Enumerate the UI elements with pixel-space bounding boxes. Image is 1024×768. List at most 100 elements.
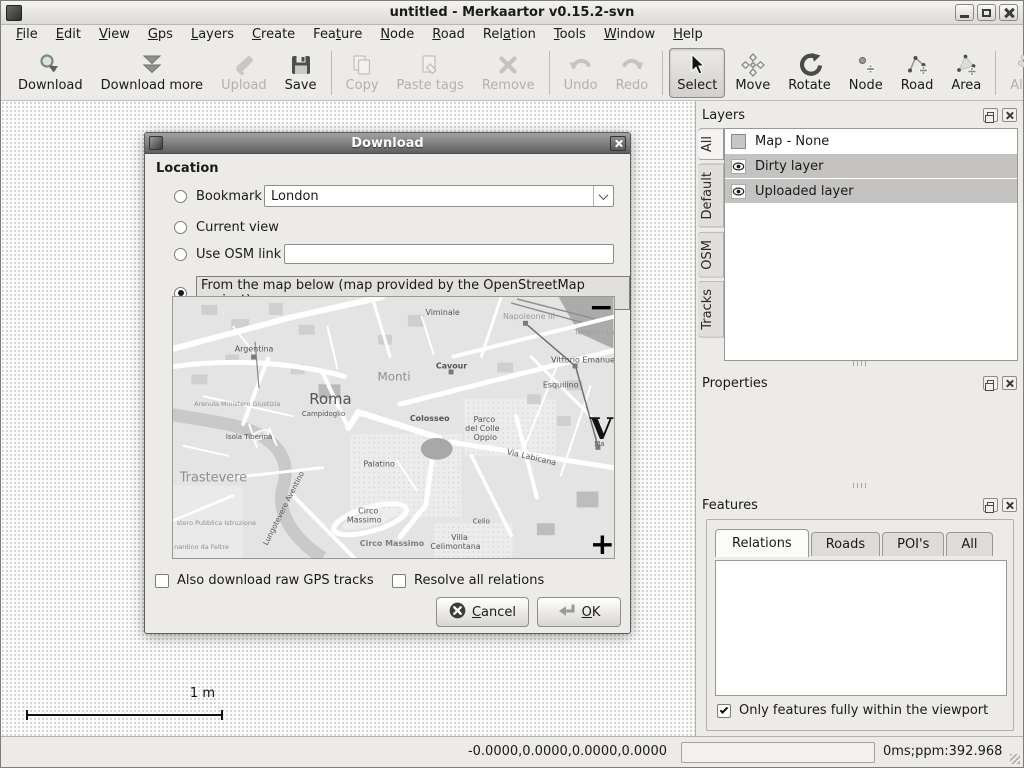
dialog-title-bar[interactable]: Download — [145, 133, 630, 154]
upload-label: Upload — [221, 78, 267, 93]
svg-text:Arenula Ministero Giustizia: Arenula Ministero Giustizia — [194, 400, 280, 408]
menu-help[interactable]: Help — [664, 26, 712, 44]
gps-tracks-checkbox[interactable] — [155, 574, 169, 588]
download-more-button[interactable]: Download more — [93, 48, 211, 98]
layer-label: Map - None — [755, 134, 829, 149]
redo-button[interactable]: Redo — [608, 48, 657, 98]
menu-file[interactable]: File — [7, 26, 47, 44]
dialog-map[interactable]: ArgentinaViminaleNapoleone IIITermini - … — [172, 296, 615, 559]
current-view-radio[interactable] — [174, 221, 187, 234]
menu-edit[interactable]: Edit — [47, 26, 90, 44]
menu-road[interactable]: Road — [423, 26, 474, 44]
features-tab-relations[interactable]: Relations — [715, 529, 809, 557]
resize-grip[interactable] — [1010, 754, 1020, 764]
dialog-close-button[interactable] — [610, 136, 626, 151]
maximize-button[interactable] — [977, 4, 996, 21]
close-icon — [1005, 379, 1014, 388]
properties-splitter[interactable] — [696, 481, 1023, 490]
menu-node[interactable]: Node — [371, 26, 423, 44]
undo-button[interactable]: Undo — [556, 48, 606, 98]
copy-button[interactable]: Copy — [338, 48, 387, 98]
map-zoom-out-icon[interactable]: − — [589, 297, 614, 325]
bookmark-combo[interactable]: London — [264, 185, 614, 207]
svg-text:Monti: Monti — [377, 369, 410, 383]
map-zoom-in-icon[interactable]: + — [590, 527, 614, 558]
features-float-button[interactable] — [983, 498, 998, 512]
layers-panel-header: Layers — [696, 105, 1023, 125]
layers-tab-default[interactable]: Default — [698, 164, 724, 228]
ok-button[interactable]: OK — [537, 597, 621, 627]
layers-tab-tracks[interactable]: Tracks — [698, 281, 724, 338]
layer-swatch-icon[interactable] — [731, 134, 746, 149]
menu-tools[interactable]: Tools — [545, 26, 595, 44]
cancel-label: Cancel — [472, 605, 516, 620]
svg-text:Massimo: Massimo — [347, 515, 382, 524]
undo-icon — [568, 52, 594, 78]
properties-close-button[interactable] — [1002, 376, 1017, 390]
menu-gps[interactable]: Gps — [139, 26, 182, 44]
select-button[interactable]: Select — [669, 48, 725, 98]
rotate-button[interactable]: Rotate — [780, 48, 839, 98]
features-close-button[interactable] — [1002, 498, 1017, 512]
map-colosseo — [421, 438, 453, 460]
menu-feature[interactable]: Feature — [304, 26, 371, 44]
coordinates-readout: -0.0000,0.0000,0.0000,0.0000 — [468, 744, 667, 759]
features-list[interactable] — [715, 560, 1007, 696]
menu-relation[interactable]: Relation — [474, 26, 545, 44]
download-button[interactable]: Download — [10, 48, 91, 98]
svg-text:Argentina: Argentina — [235, 345, 274, 354]
osm-link-input[interactable] — [284, 244, 614, 264]
layer-label: Uploaded layer — [755, 184, 854, 199]
svg-text:Vittorio Emanuele: Vittorio Emanuele — [551, 355, 614, 364]
viewport-filter-checkbox[interactable] — [717, 704, 731, 718]
align-button[interactable]: Align — [1002, 48, 1024, 98]
bookmark-radio[interactable] — [174, 190, 187, 203]
menu-layers[interactable]: Layers — [182, 26, 243, 44]
save-button[interactable]: Save — [277, 48, 325, 98]
road-button[interactable]: Road — [893, 48, 942, 98]
layers-close-button[interactable] — [1002, 108, 1017, 122]
align-label: Align — [1010, 78, 1024, 93]
svg-text:Viminale: Viminale — [425, 308, 459, 317]
svg-text:Termini - La: Termini - La — [573, 329, 614, 337]
paste-tags-button[interactable]: Paste tags — [389, 48, 472, 98]
cancel-button[interactable]: Cancel — [436, 597, 529, 627]
node-button[interactable]: Node — [841, 48, 891, 98]
layer-row-dirty-layer[interactable]: Dirty layer — [725, 154, 1017, 179]
layer-row-map-none[interactable]: Map - None — [725, 129, 1017, 154]
features-tab-poi-s[interactable]: POI's — [882, 532, 944, 556]
properties-float-button[interactable] — [983, 376, 998, 390]
gps-tracks-checkbox-label: Also download raw GPS tracks — [177, 573, 374, 588]
layers-tab-all[interactable]: All — [698, 128, 724, 160]
layers-panel-title: Layers — [702, 108, 745, 123]
resolve-relations-checkbox[interactable] — [392, 574, 406, 588]
properties-panel-header: Properties — [696, 373, 1023, 393]
features-group: RelationsRoadsPOI'sAll Only features ful… — [706, 519, 1014, 731]
combo-dropdown-button[interactable] — [593, 186, 613, 206]
bookmark-combo-value: London — [265, 189, 593, 204]
features-tab-roads[interactable]: Roads — [811, 532, 880, 556]
menu-view[interactable]: View — [90, 26, 139, 44]
upload-button[interactable]: Upload — [213, 48, 275, 98]
close-icon — [614, 139, 623, 148]
layer-label: Dirty layer — [755, 159, 824, 174]
close-button[interactable] — [999, 4, 1018, 21]
layers-float-button[interactable] — [983, 108, 998, 122]
eye-icon[interactable] — [731, 159, 746, 174]
menu-window[interactable]: Window — [595, 26, 664, 44]
eye-icon[interactable] — [731, 184, 746, 199]
minimize-button[interactable] — [955, 4, 974, 21]
features-tab-all[interactable]: All — [946, 532, 992, 556]
move-button[interactable]: Move — [727, 48, 778, 98]
area-button[interactable]: Area — [943, 48, 989, 98]
title-bar[interactable]: untitled - Merkaartor v0.15.2-svn — [1, 1, 1023, 25]
layers-splitter[interactable] — [696, 359, 1023, 368]
layer-row-uploaded-layer[interactable]: Uploaded layer — [725, 179, 1017, 204]
svg-text:Campidoglio: Campidoglio — [302, 410, 345, 418]
scale-line — [26, 714, 223, 716]
osm-link-radio[interactable] — [174, 248, 187, 261]
svg-text:Parco: Parco — [474, 415, 496, 424]
menu-create[interactable]: Create — [243, 26, 304, 44]
remove-button[interactable]: Remove — [474, 48, 543, 98]
layers-tab-osm[interactable]: OSM — [698, 232, 724, 278]
